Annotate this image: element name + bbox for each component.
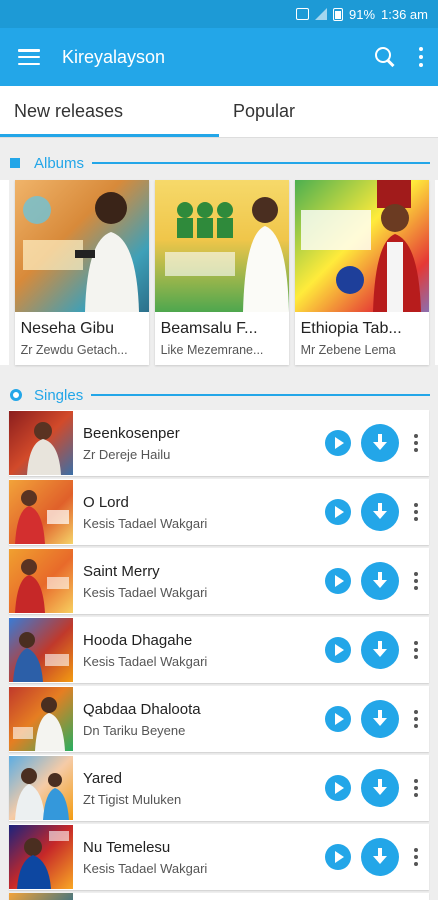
single-thumbnail <box>9 618 73 682</box>
album-cover-image <box>154 180 289 312</box>
menu-icon[interactable] <box>18 49 40 65</box>
single-title: Nu Temelesu <box>83 838 171 856</box>
play-button[interactable] <box>325 637 351 663</box>
singles-dot-icon <box>10 389 22 401</box>
tab-new-releases[interactable]: New releases <box>0 86 219 137</box>
download-button[interactable] <box>361 493 399 531</box>
single-artist: Dn Tariku Beyene <box>83 722 186 738</box>
album-card[interactable]: Beamsalu F... Like Mezemrane... <box>154 180 289 365</box>
play-button[interactable] <box>325 775 351 801</box>
download-button[interactable] <box>361 838 399 876</box>
single-title: Hooda Dhagahe <box>83 631 193 649</box>
play-button[interactable] <box>325 844 351 870</box>
divider <box>91 394 430 396</box>
list-item[interactable]: Qabdaa Dhaloota Dn Tariku Beyene <box>9 686 429 752</box>
app-bar: Kireyalayson <box>0 28 438 86</box>
more-options-icon[interactable] <box>413 641 419 659</box>
single-thumbnail <box>9 411 73 475</box>
play-button[interactable] <box>325 499 351 525</box>
more-options-icon[interactable] <box>413 572 419 590</box>
battery-percent: 91% <box>348 6 376 22</box>
download-button[interactable] <box>361 424 399 462</box>
single-artist: Kesis Tadael Wakgari <box>83 515 208 531</box>
list-item[interactable]: Nu Temelesu Kesis Tadael Wakgari <box>9 824 429 890</box>
tab-indicator <box>0 134 219 137</box>
status-time: 1:36 am <box>381 6 428 22</box>
single-thumbnail <box>9 756 73 820</box>
single-thumbnail <box>9 825 73 889</box>
single-thumbnail <box>9 687 73 751</box>
album-artist: Mr Zebene Lema <box>300 343 396 357</box>
list-item[interactable]: Yared Zt Tigist Muluken <box>9 755 429 821</box>
album-title: Neseha Gibu <box>20 320 114 337</box>
album-cover-image <box>14 180 149 312</box>
album-title: Ethiopia Tab... <box>300 320 402 337</box>
album-card-partial[interactable] <box>434 180 438 365</box>
album-cover-image <box>294 180 429 312</box>
single-artist: Kesis Tadael Wakgari <box>83 584 208 600</box>
status-bar: 91% 1:36 am <box>0 0 438 28</box>
signal-icon <box>314 8 327 20</box>
more-options-icon[interactable] <box>413 779 419 797</box>
list-item-partial[interactable] <box>9 893 429 900</box>
list-item[interactable]: Hooda Dhagahe Kesis Tadael Wakgari <box>9 617 429 683</box>
single-artist: Zt Tigist Muluken <box>83 791 182 807</box>
list-item[interactable]: O Lord Kesis Tadael Wakgari <box>9 479 429 545</box>
overflow-menu-icon[interactable] <box>418 47 424 67</box>
play-button[interactable] <box>325 430 351 456</box>
single-thumbnail <box>9 549 73 613</box>
more-options-icon[interactable] <box>413 434 419 452</box>
single-artist: Kesis Tadael Wakgari <box>83 860 208 876</box>
single-title: O Lord <box>83 493 129 511</box>
album-card[interactable]: Ethiopia Tab... Mr Zebene Lema <box>294 180 429 365</box>
search-icon[interactable] <box>374 46 396 68</box>
album-card[interactable]: Neseha Gibu Zr Zewdu Getach... <box>14 180 149 365</box>
more-options-icon[interactable] <box>413 710 419 728</box>
single-title: Qabdaa Dhaloota <box>83 700 201 718</box>
single-thumbnail <box>9 893 73 900</box>
single-title: Saint Merry <box>83 562 160 580</box>
tab-popular[interactable]: Popular <box>219 86 438 137</box>
notification-icon <box>295 8 309 20</box>
singles-section-title: Singles <box>34 386 84 404</box>
download-button[interactable] <box>361 631 399 669</box>
albums-section-title: Albums <box>34 154 85 172</box>
album-title: Beamsalu F... <box>160 320 258 337</box>
single-title: Yared <box>83 769 122 787</box>
app-title: Kireyalayson <box>62 46 166 67</box>
more-options-icon[interactable] <box>413 503 419 521</box>
tab-bar: New releases Popular <box>0 86 438 138</box>
album-artist: Zr Zewdu Getach... <box>20 343 128 357</box>
albums-header: Albums <box>0 148 438 178</box>
more-options-icon[interactable] <box>413 848 419 866</box>
albums-square-icon <box>10 158 20 168</box>
singles-header: Singles <box>0 380 438 410</box>
albums-carousel[interactable]: Neseha Gibu Zr Zewdu Getach... Beamsalu … <box>0 180 438 368</box>
download-button[interactable] <box>361 700 399 738</box>
play-button[interactable] <box>325 706 351 732</box>
singles-list: Beenkosenper Zr Dereje Hailu O Lord Kesi… <box>0 410 438 900</box>
single-artist: Kesis Tadael Wakgari <box>83 653 208 669</box>
download-button[interactable] <box>361 769 399 807</box>
play-button[interactable] <box>325 568 351 594</box>
single-artist: Zr Dereje Hailu <box>83 446 171 462</box>
list-item[interactable]: Saint Merry Kesis Tadael Wakgari <box>9 548 429 614</box>
single-thumbnail <box>9 480 73 544</box>
list-item[interactable]: Beenkosenper Zr Dereje Hailu <box>9 410 429 476</box>
album-artist: Like Mezemrane... <box>160 343 264 357</box>
single-title: Beenkosenper <box>83 424 180 442</box>
album-card-partial[interactable] <box>0 180 9 365</box>
download-button[interactable] <box>361 562 399 600</box>
battery-icon <box>332 7 343 21</box>
divider <box>92 162 430 164</box>
